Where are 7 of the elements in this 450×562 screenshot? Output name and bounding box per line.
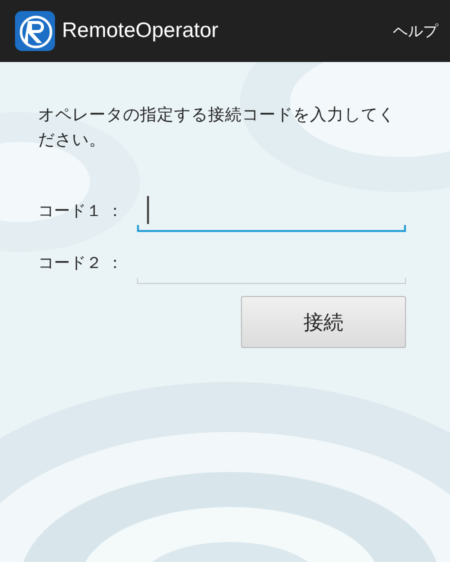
app-title: RemoteOperator bbox=[62, 19, 220, 43]
connect-button[interactable]: 接続 bbox=[241, 296, 406, 348]
field-label: コード１ ： bbox=[38, 201, 124, 222]
instruction-text: オペレータの指定する接続コードを入力してください。 bbox=[38, 104, 396, 151]
help-menu[interactable]: ヘルプ bbox=[393, 22, 438, 40]
app-logo-icon bbox=[15, 11, 55, 51]
field-label: コード２ ： bbox=[38, 253, 124, 274]
